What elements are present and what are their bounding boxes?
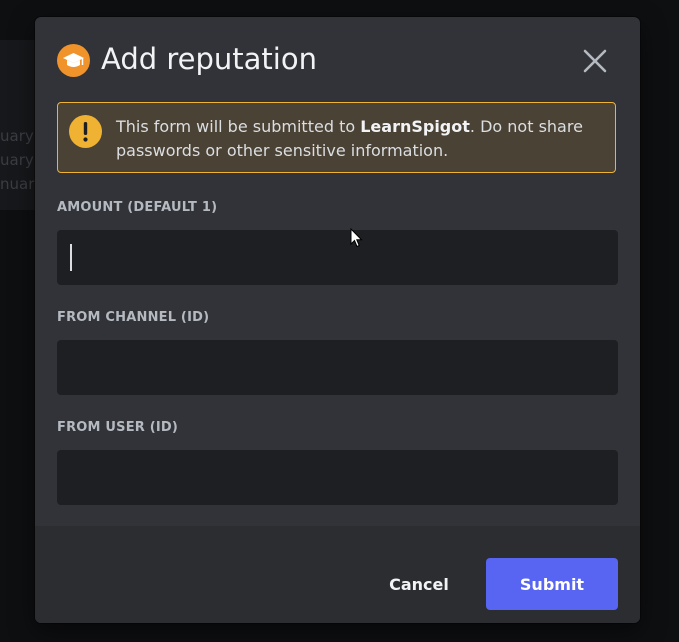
submit-button[interactable]: Submit	[486, 558, 618, 610]
background-text-line: uary	[0, 127, 34, 145]
notice-message: This form will be submitted to LearnSpig…	[116, 115, 606, 163]
amount-input[interactable]	[57, 230, 618, 285]
warning-notice: This form will be submitted to LearnSpig…	[57, 102, 616, 173]
from-channel-input[interactable]	[57, 340, 618, 395]
add-reputation-modal: Add reputation This form will be submitt…	[35, 17, 640, 623]
graduation-cap-icon	[57, 44, 90, 77]
modal-footer: Cancel Submit	[35, 526, 640, 623]
cancel-button[interactable]: Cancel	[370, 558, 468, 610]
close-button[interactable]	[581, 47, 609, 75]
modal-title: Add reputation	[101, 42, 317, 76]
close-icon[interactable]	[581, 47, 609, 75]
mouse-pointer-icon	[350, 227, 364, 248]
from-channel-label: FROM CHANNEL (ID)	[57, 310, 210, 325]
from-user-input[interactable]	[57, 450, 618, 505]
background-text-line: uary	[0, 151, 34, 169]
notice-text-before: This form will be submitted to	[116, 117, 361, 136]
text-caret	[70, 244, 72, 271]
amount-label: AMOUNT (DEFAULT 1)	[57, 200, 218, 215]
notice-app-name: LearnSpigot	[360, 117, 470, 136]
exclamation-icon	[69, 115, 102, 148]
from-user-label: FROM USER (ID)	[57, 420, 179, 435]
